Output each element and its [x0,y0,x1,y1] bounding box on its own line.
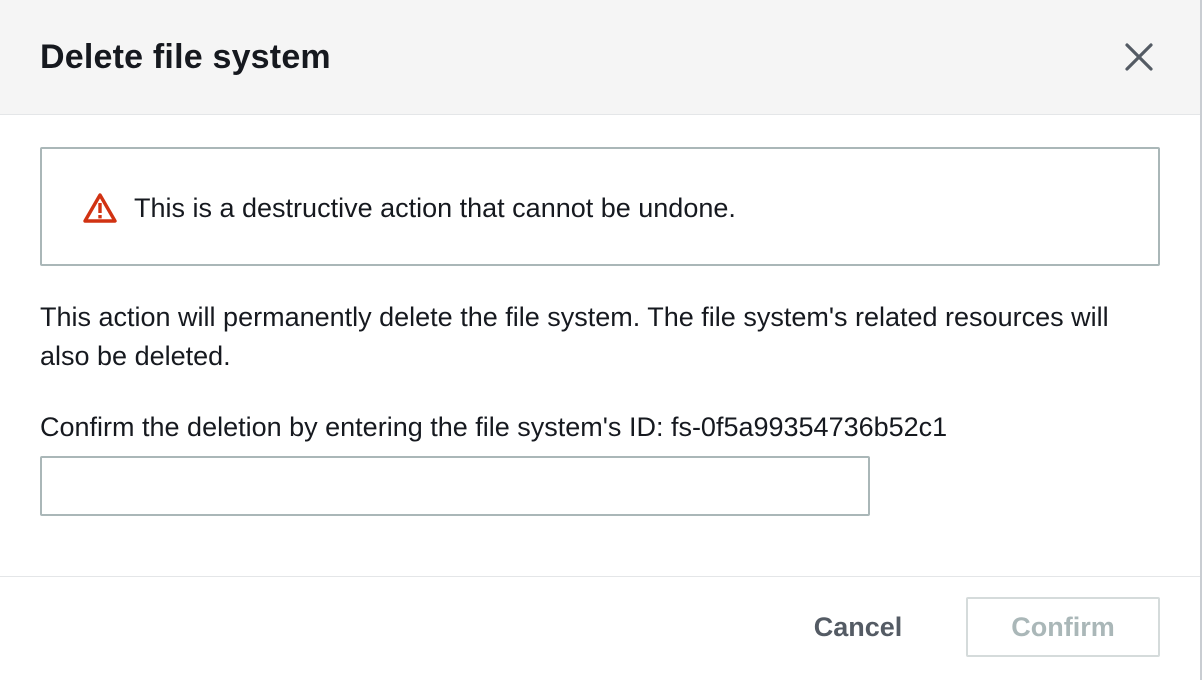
warning-alert: This is a destructive action that cannot… [40,147,1160,266]
modal-title: Delete file system [40,38,331,76]
alert-text: This is a destructive action that cannot… [134,193,736,223]
confirm-id-label: Confirm the deletion by entering the fil… [40,412,948,442]
close-icon [1125,43,1153,71]
modal-footer: Cancel Confirm [0,576,1200,680]
file-system-id-input[interactable] [40,456,870,516]
cancel-button[interactable]: Cancel [792,597,924,657]
delete-file-system-modal: Delete file system This is a destructive… [0,0,1202,680]
confirm-button[interactable]: Confirm [966,597,1160,657]
close-button[interactable] [1118,36,1160,78]
modal-header: Delete file system [0,0,1200,115]
warning-triangle-icon [83,193,117,223]
deletion-description: This action will permanently delete the … [40,302,1109,371]
